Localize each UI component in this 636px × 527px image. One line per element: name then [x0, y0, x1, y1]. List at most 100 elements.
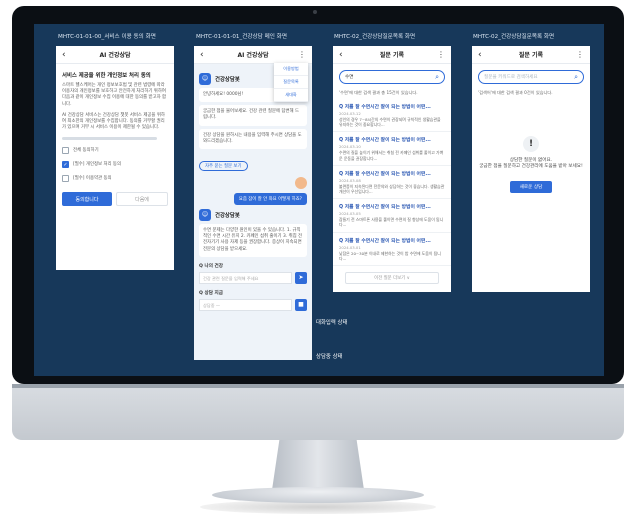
column-title-empty: MHTC-02_건강상담질문목록 화면	[473, 34, 555, 40]
monitor-chin	[12, 384, 624, 440]
back-icon[interactable]: ‹	[478, 50, 488, 60]
check-terms[interactable]: [필수] 이용약관 동의	[62, 175, 168, 183]
check-all[interactable]: 전체 동의하기	[62, 147, 168, 155]
record-title: Q 저를 잘 수면시간 잘이 되는 방법이 어떤...	[339, 138, 431, 144]
menu-item-history[interactable]: 질문목록	[274, 76, 308, 89]
history-screen: ‹ 질문 기록 ⋮ 수면 ⌕ '수면'에 대한 검색 결과 총 15건이 있습니…	[333, 46, 451, 292]
chin-edge	[12, 384, 624, 388]
list-item[interactable]: Q 저를 잘 수면시간 잘이 되는 방법이 어떤... 2024.03.10 수…	[333, 132, 451, 166]
bot-name: 건강상담봇	[215, 77, 240, 83]
user-avatar	[295, 177, 307, 190]
empty-appbar: ‹ 질문 기록 ⋮	[472, 46, 590, 64]
user-question: 요즘 잠이 잘 안 와요 어떻게 하죠?	[233, 193, 307, 206]
check-privacy[interactable]: ✓ [필수] 개인정보 처리 동의	[62, 161, 168, 169]
bot-icon: ☺	[199, 73, 211, 85]
search-icon[interactable]: ⌕	[435, 73, 439, 82]
checkbox-icon[interactable]	[62, 147, 69, 155]
record-snippet: 불면증이 지속된다면 전문의와 상담하는 것이 좋습니다. 생활습관 개선이 우…	[339, 183, 445, 195]
record-title: Q 저를 잘 수면시간 잘이 되는 방법이 어떤...	[339, 105, 431, 110]
bot-message-1: 궁금한 점을 물어보세요. 건강 관련 질문에 답변해 드립니다.	[199, 105, 307, 126]
check-privacy-label: [필수] 개인정보 처리 동의	[73, 161, 122, 167]
record-title: Q 저를 잘 수면시간 잘이 되는 방법이 어떤...	[339, 238, 431, 244]
more-vert-icon[interactable]: ⋮	[296, 50, 306, 59]
check-terms-label: [필수] 이용약관 동의	[73, 175, 112, 181]
question-label: Q 나의 건강	[199, 263, 224, 269]
record-snippet: 성인의 경우 7~8시간의 수면이 권장되며 규칙적인 생활습관을 유지하는 것…	[339, 117, 441, 128]
empty-state: ! 상담한 질문이 없어요. 궁금한 점을 질문하고 건강관리에 도움을 받아 …	[472, 136, 590, 193]
record-title: Q 저를 잘 수면시간 잘이 되는 방법이 어떤...	[339, 205, 431, 211]
search-input[interactable]: 질문을 키워드로 검색하세요	[484, 74, 574, 80]
menu-item-new[interactable]: 새대화	[274, 89, 308, 102]
checkbox-icon[interactable]	[62, 175, 69, 183]
consent-heading: 서비스 제공을 위한 개인정보 처리 동의	[62, 73, 151, 79]
later-button[interactable]: 다음에	[116, 192, 168, 207]
list-item[interactable]: Q 저를 잘 수면시간 잘이 되는 방법이 어떤... 2024.03.12 성…	[333, 99, 451, 133]
list-item[interactable]: Q 저를 잘 수면시간 잘이 되는 방법이 어떤... 2024.03.01 낮…	[333, 233, 451, 267]
result-count: '수면'에 대한 검색 결과 총 15건이 있습니다.	[339, 90, 418, 95]
status-label: Q 상담 지금	[199, 290, 224, 296]
record-date: 2024.03.10	[339, 144, 361, 150]
chat-title: AI 건강상담	[237, 52, 269, 59]
column-title-consent: MHTC-01-01-00_서비스 이용 동의 화면	[58, 34, 156, 40]
record-date: 2024.03.05	[339, 211, 361, 217]
overflow-menu: 이용방법 질문목록 새대화	[274, 63, 308, 102]
new-consult-button[interactable]: 새로운 상담	[509, 180, 553, 193]
menu-item-howto[interactable]: 이용방법	[274, 63, 308, 76]
agree-button[interactable]: 동의합니다	[62, 192, 112, 207]
more-vert-icon[interactable]: ⋮	[574, 50, 584, 59]
list-item[interactable]: Q 저를 잘 수면시간 잘이 되는 방법이 어떤... 2024.03.08 불…	[333, 166, 451, 200]
record-date: 2024.03.12	[339, 111, 361, 116]
camera-dot	[313, 10, 317, 14]
back-icon[interactable]: ‹	[339, 50, 349, 60]
bot-icon: ☺	[199, 209, 211, 222]
history-title: 질문 기록	[379, 52, 405, 59]
consent-screen: ‹ AI 건강상담 서비스 제공을 위한 개인정보 처리 동의 스마트 헬스케어…	[56, 46, 174, 270]
record-title: Q 저를 잘 수면시간 잘이 되는 방법이 어떤...	[339, 171, 431, 177]
record-snippet: 잠들기 전 스마트폰 사용을 줄이면 수면의 질 향상에 도움이 됩니다...	[339, 217, 444, 228]
list-item[interactable]: Q 저를 잘 수면시간 잘이 되는 방법이 어떤... 2024.03.05 잠…	[333, 199, 451, 233]
history-empty-screen: ‹ 질문 기록 ⋮ 질문을 키워드로 검색하세요 ⌕ '검색어'에 대한 검색 …	[472, 46, 590, 292]
record-snippet: 낮잠은 20~30분 이내로 제한하는 것이 밤 수면에 도움이 됩니다...	[339, 250, 441, 261]
check-all-label: 전체 동의하기	[73, 147, 99, 153]
column-title-chat: MHTC-01-01-01_건강상담 메인 화면	[196, 34, 287, 40]
bot-answer: 수면 문제는 다양한 원인이 있을 수 있습니다. 1. 규칙적인 수면 시간 …	[199, 224, 307, 257]
load-more-button[interactable]: 이전 질문 더보기 ∨	[345, 272, 439, 285]
status-field[interactable]: 상담중 —	[199, 298, 292, 311]
state-note-consult: 상담중 상태	[316, 354, 343, 360]
bot-header-2: ☺ 건강상담봇	[199, 209, 307, 222]
faq-chip[interactable]: 자주 묻는 질문 보기	[199, 161, 248, 172]
monitor-stand-base	[212, 487, 424, 503]
monitor-screen: MHTC-01-01-00_서비스 이용 동의 화면 MHTC-01-01-01…	[34, 24, 604, 376]
record-date: 2024.03.08	[339, 177, 361, 183]
monitor-stand-neck	[272, 440, 364, 490]
divider	[62, 137, 158, 141]
stop-icon[interactable]: ■	[295, 298, 307, 311]
record-date: 2024.03.01	[339, 244, 361, 250]
more-vert-icon[interactable]: ⋮	[435, 50, 445, 59]
search-icon[interactable]: ⌕	[574, 73, 578, 82]
record-snippet: 수면의 질을 높이기 위해서는 취침 전 카페인 섭취를 줄이고 가벼운 운동을…	[339, 150, 444, 161]
monitor-mockup: MHTC-01-01-00_서비스 이용 동의 화면 MHTC-01-01-01…	[0, 0, 636, 527]
chat-appbar: ‹ AI 건강상담 ⋮	[194, 46, 312, 64]
chat-screen: ‹ AI 건강상담 ⋮ 이용방법 질문목록 새대화 ☺ 건강상담봇 안녕하세요!…	[194, 46, 312, 360]
search-box[interactable]: 질문을 키워드로 검색하세요 ⌕	[478, 70, 584, 84]
checkbox-checked-icon[interactable]: ✓	[62, 161, 69, 169]
consent-paragraph-2: AI 건강상담 서비스는 건강상담 챗봇 서비스 제공을 위하여 최소한의 개인…	[62, 112, 165, 131]
question-input[interactable]: 건강 관련 질문을 입력해 주세요	[199, 271, 292, 284]
bot-name-2: 건강상담봇	[215, 213, 240, 220]
exclamation-icon: !	[523, 136, 539, 152]
consent-paragraph-1: 스마트 헬스케어는 개인 정보보호법 및 관련 법령에 따라 이용자의 개인정보…	[62, 83, 167, 107]
consent-appbar: ‹ AI 건강상담	[56, 46, 174, 64]
empty-title: 질문 기록	[518, 52, 544, 59]
history-appbar: ‹ 질문 기록 ⋮	[333, 46, 451, 64]
consent-title: AI 건강상담	[99, 52, 131, 59]
state-note-typing: 대화입력 상태	[316, 320, 348, 326]
search-box[interactable]: 수면 ⌕	[339, 70, 445, 84]
back-icon[interactable]: ‹	[62, 50, 72, 60]
column-title-list: MHTC-02_건강상담질문목록 화면	[334, 34, 416, 40]
back-icon[interactable]: ‹	[200, 50, 210, 60]
empty-message-2: 궁금한 점을 질문하고 건강관리에 도움을 받아 보세요!	[479, 164, 583, 170]
search-input[interactable]: 수면	[345, 74, 435, 80]
bot-message-2: 건강 상담을 원하시는 내용을 입력해 주시면 상담을 도와드리겠습니다.	[199, 128, 307, 150]
send-icon[interactable]: ➤	[295, 271, 307, 284]
